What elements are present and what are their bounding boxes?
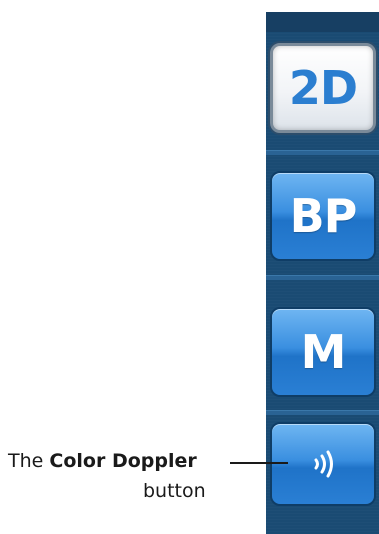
callout-emphasis: Color Doppler [49,450,197,472]
mode-bar-divider [266,275,379,280]
mode-button-bp-label: BP [289,189,358,243]
callout-label: The Color Doppler [8,450,197,472]
figure: 2D BP M The Color Doppler button [0,0,379,534]
mode-button-2d[interactable]: 2D [270,43,376,133]
mode-bar: 2D BP M [266,12,379,534]
color-doppler-button[interactable] [270,422,376,506]
callout-suffix: button [143,480,206,502]
mode-bar-divider [266,410,379,415]
mode-button-m-label: M [300,325,347,379]
mode-bar-top-strip [266,12,379,32]
callout-prefix: The [8,450,44,472]
mode-button-m[interactable]: M [270,307,376,397]
mode-button-bp[interactable]: BP [270,171,376,261]
mode-button-2d-label: 2D [288,61,358,115]
callout-leader-line [230,462,288,464]
color-doppler-icon [314,450,333,478]
mode-bar-divider [266,150,379,155]
